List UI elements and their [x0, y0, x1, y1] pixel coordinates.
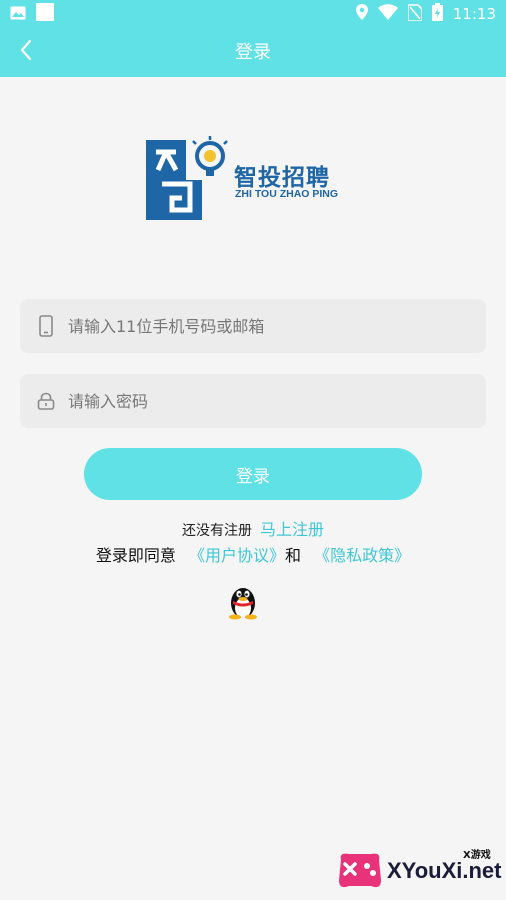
site-watermark: X游戏 XYouXi.net [335, 842, 505, 898]
status-time: 11:13 [452, 5, 496, 23]
logo-name-cn: 智投招聘 [234, 165, 330, 191]
gamepad-logo-icon [339, 853, 381, 888]
privacy-policy-link[interactable]: 《隐私政策》 [314, 546, 410, 565]
logo-name-en: ZHI TOU ZHAO PING [235, 188, 339, 200]
status-right: 11:13 [355, 3, 496, 25]
qq-login-button[interactable] [226, 582, 260, 620]
register-line: 还没有注册 马上注册 [0, 516, 506, 540]
wifi-icon [377, 4, 398, 24]
nav-bar: 登录 [0, 28, 506, 77]
lock-icon [28, 374, 64, 428]
password-field[interactable] [20, 374, 486, 428]
no-sim-icon [406, 3, 423, 25]
page-title: 登录 [235, 42, 271, 63]
register-prompt: 还没有注册 [181, 523, 252, 539]
qq-penguin-icon [229, 588, 257, 620]
user-agreement-link[interactable]: 《用户协议》 [189, 546, 285, 565]
image-icon [10, 5, 26, 24]
phone-icon [28, 299, 64, 353]
chevron-left-icon [19, 39, 33, 65]
agreement-prefix: 登录即同意 [95, 546, 176, 565]
location-icon [355, 4, 368, 24]
battery-icon [431, 3, 443, 25]
watermark-site: XYouXi.net [387, 858, 502, 883]
account-input[interactable] [68, 316, 468, 336]
app-logo: 智投招聘 ZHI TOU ZHAO PING [146, 136, 358, 222]
status-bar: 11:13 [0, 0, 506, 28]
register-link[interactable]: 马上注册 [260, 520, 324, 539]
account-field[interactable] [20, 299, 486, 353]
password-input[interactable] [68, 391, 468, 411]
logo-mark-icon [146, 136, 228, 220]
square-icon [36, 3, 54, 25]
agreement-and: 和 [285, 546, 302, 565]
agreement-line: 登录即同意 《用户协议》和 《隐私政策》 [0, 542, 506, 566]
status-left [10, 3, 54, 25]
login-button[interactable]: 登录 [84, 448, 422, 500]
back-button[interactable] [8, 34, 44, 70]
